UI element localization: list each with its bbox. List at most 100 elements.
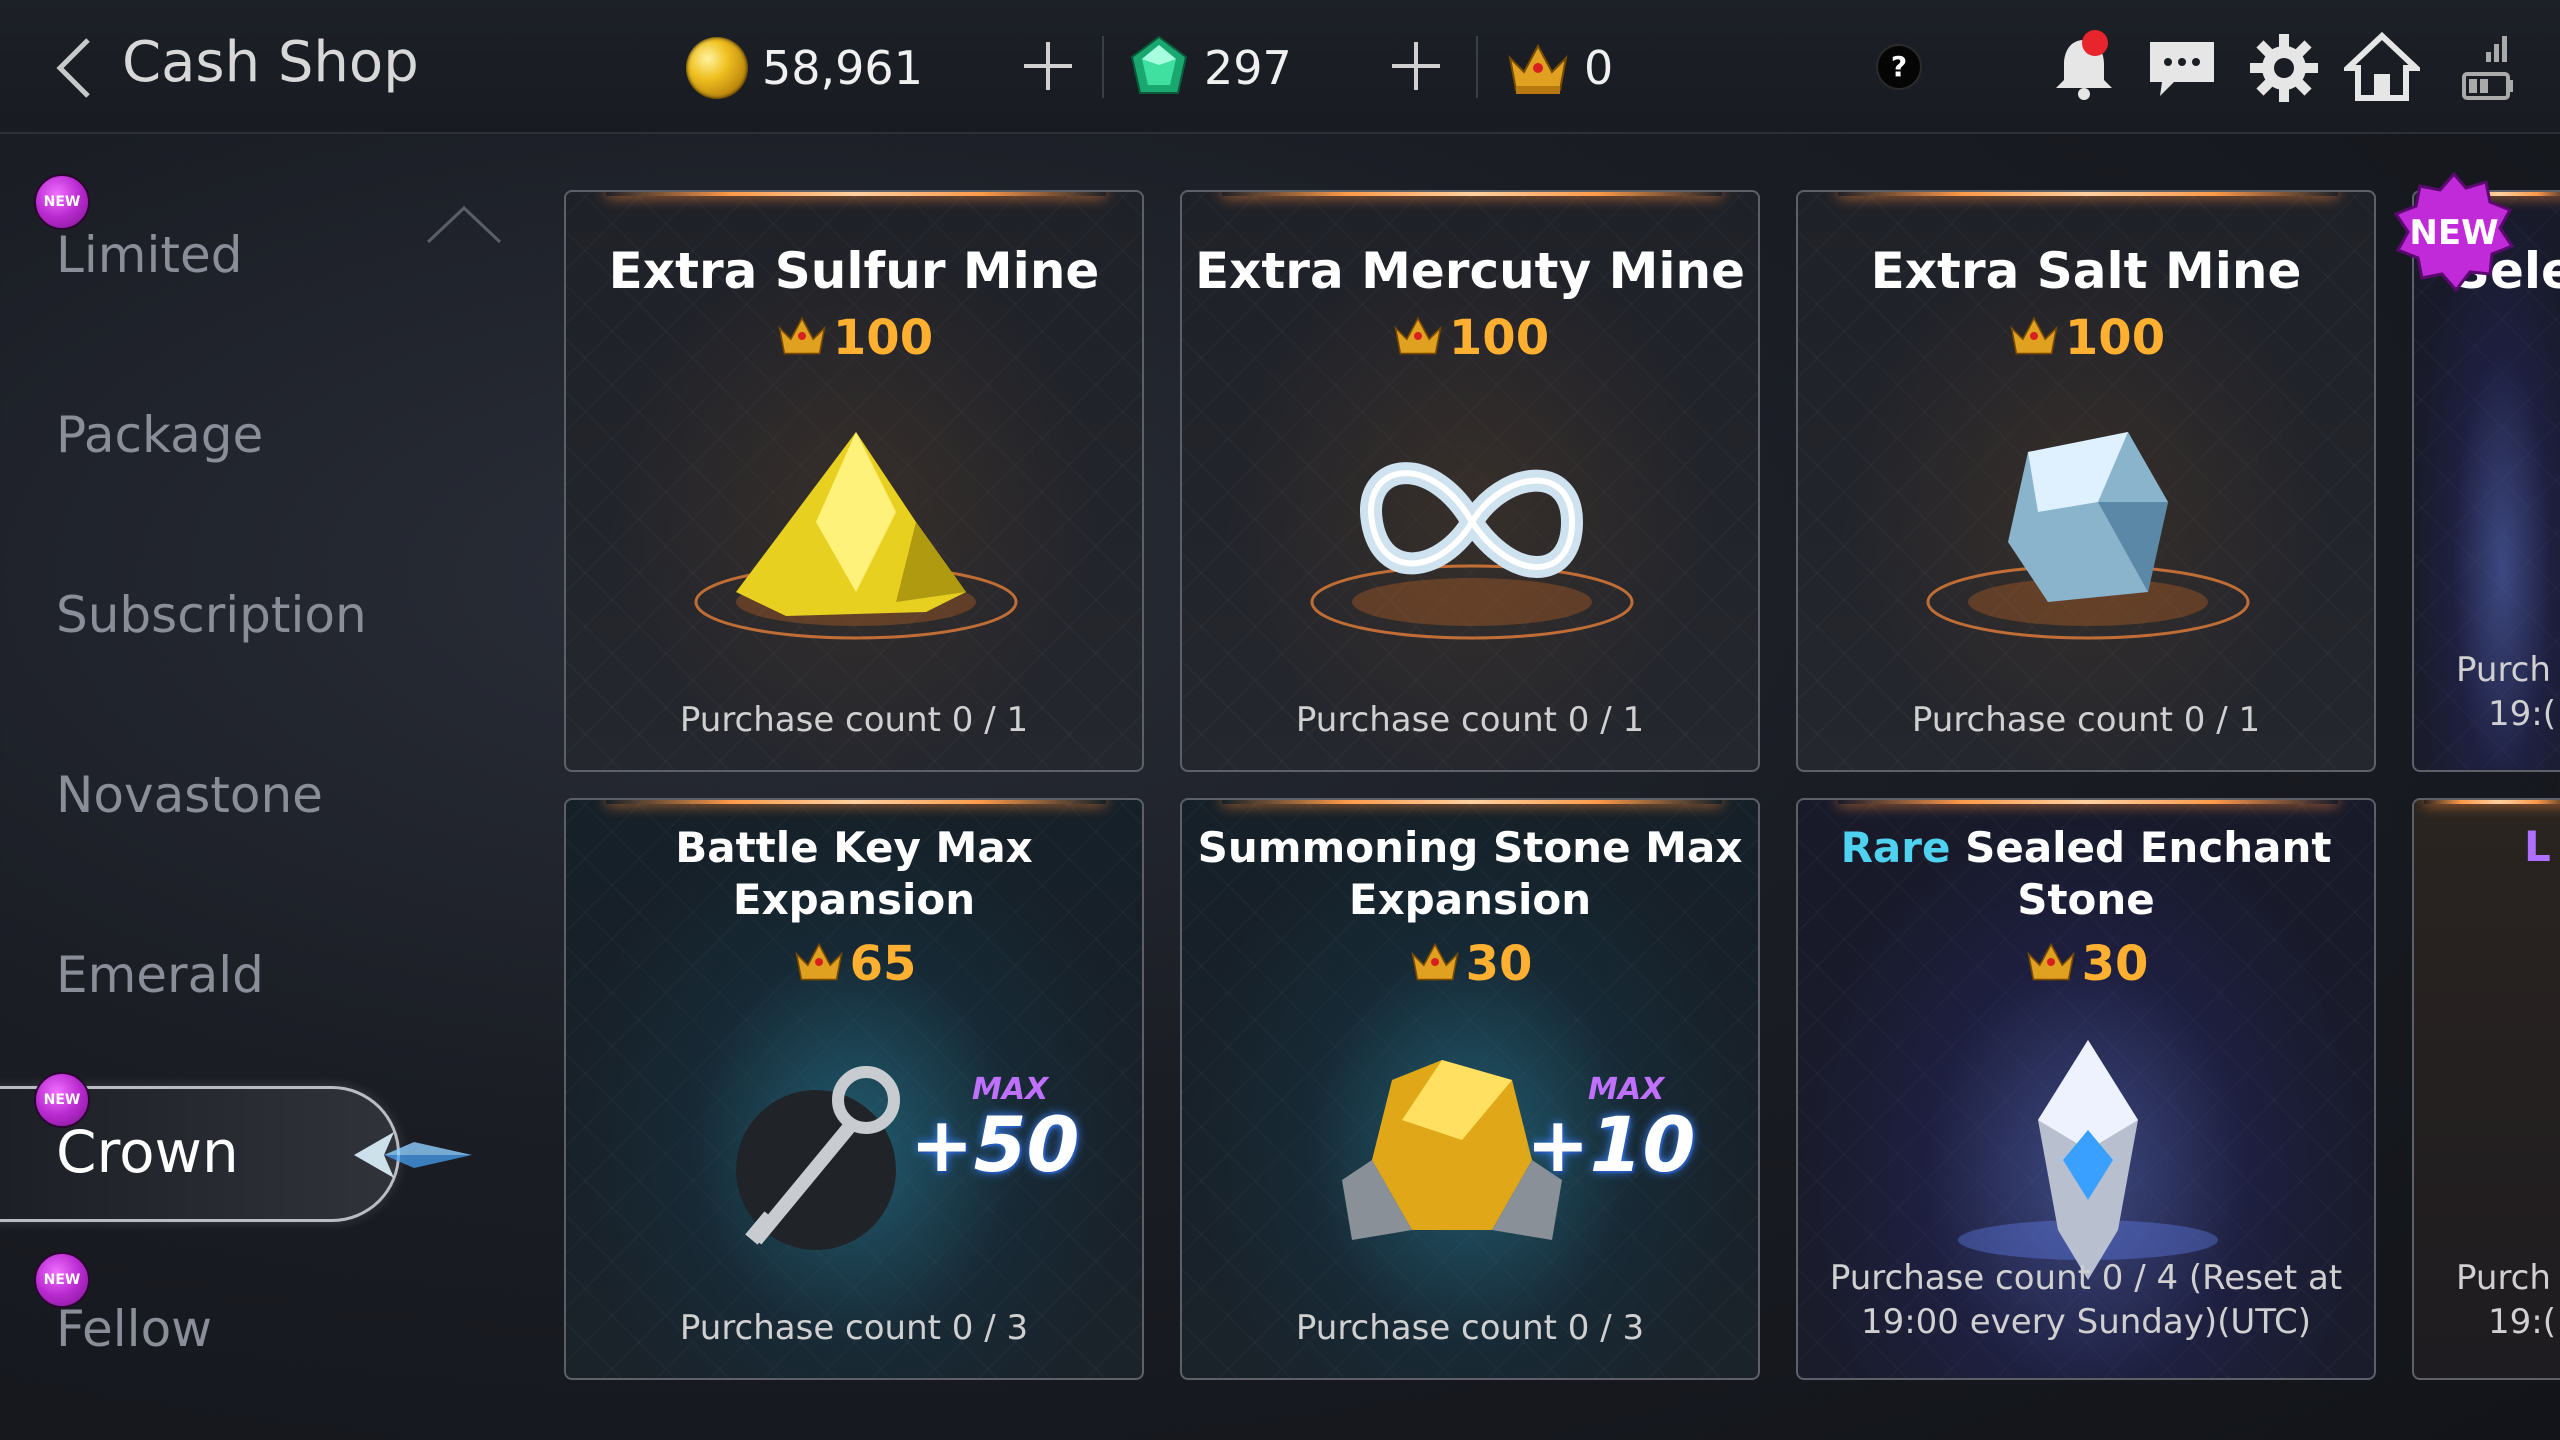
purchase-count: Purchase count 0 / 4 (Reset at 19:00 eve…	[1798, 1256, 2374, 1344]
product-card-salt-mine[interactable]: Extra Salt Mine 100 Purchase count 0 / 1	[1796, 190, 2376, 772]
product-card-rare-sealed-enchant-stone[interactable]: Rare Sealed Enchant Stone 30 Purchase co…	[1796, 798, 2376, 1380]
sidebar-item-label: Subscription	[56, 586, 367, 644]
card-glow	[1222, 192, 1722, 196]
new-badge-corner: NEW	[2394, 172, 2514, 292]
card-title: Extra Sulfur Mine	[608, 242, 1100, 300]
chat-button[interactable]	[2144, 30, 2220, 106]
rarity-label: Rare	[1840, 823, 1951, 872]
card-title-text: Sealed Enchant	[1965, 823, 2332, 872]
sulfur-ore-icon	[694, 432, 1018, 640]
card-glow	[1838, 192, 2338, 196]
crown-icon	[1410, 942, 1459, 981]
sidebar-item-package[interactable]: Package	[0, 366, 420, 506]
bonus-value: +50	[910, 1100, 1080, 1189]
top-bar: Cash Shop 58,961 297 0 ?	[0, 0, 2560, 134]
emerald-gem-icon	[1130, 35, 1188, 94]
gold-coin-icon	[686, 37, 748, 99]
bonus-value: +10	[1526, 1100, 1696, 1189]
product-card-mercury-mine[interactable]: Extra Mercuty Mine 100 Purchase count 0 …	[1180, 190, 1760, 772]
product-card-sulfur-mine[interactable]: Extra Sulfur Mine 100 Purchase count 0 /…	[564, 190, 1144, 772]
salt-crystal-icon	[1926, 432, 2250, 640]
card-title: Extra Mercuty Mine	[1195, 242, 1745, 300]
card-price: 30	[1798, 936, 2374, 992]
card-price: 100	[1182, 310, 1758, 366]
card-title: Battle Key Max Expansion	[566, 822, 1142, 926]
chevron-left-icon	[56, 38, 90, 98]
settings-button[interactable]	[2246, 30, 2322, 106]
divider	[1476, 36, 1478, 98]
card-title-line: Expansion	[732, 875, 976, 924]
home-button[interactable]	[2340, 30, 2424, 106]
product-card-battle-key-expansion[interactable]: Battle Key Max Expansion 65 MAX +50 Purc…	[564, 798, 1144, 1380]
card-glow	[606, 192, 1106, 196]
emerald-amount: 297	[1204, 41, 1292, 95]
scroll-up-button[interactable]	[424, 198, 504, 248]
crown-icon	[1394, 316, 1442, 355]
card-price: 65	[566, 936, 1142, 992]
card-glow	[2424, 800, 2560, 804]
purchase-line: 19:(	[2488, 1302, 2556, 1342]
crown-icon	[2026, 942, 2075, 981]
sidebar-item-fellow[interactable]: NEW Fellow	[0, 1244, 420, 1384]
gear-icon	[2250, 34, 2318, 102]
category-sidebar: NEW Limited Package Subscription Novasto…	[0, 140, 540, 1440]
sidebar-item-label: Limited	[56, 226, 243, 284]
status-indicator	[2446, 30, 2522, 106]
divider	[1102, 36, 1104, 98]
sidebar-item-emerald[interactable]: Emerald	[0, 906, 420, 1046]
sidebar-item-label: Crown	[56, 1118, 239, 1186]
sidebar-item-novastone[interactable]: Novastone	[0, 726, 420, 866]
purchase-count: Purchase count 0 / 3	[1295, 1308, 1645, 1348]
purchase-line: Purch	[2456, 650, 2551, 690]
sidebar-item-label: Emerald	[56, 946, 264, 1004]
crown-icon	[794, 942, 843, 981]
card-title: L	[2524, 822, 2551, 871]
sidebar-item-limited[interactable]: NEW Limited	[0, 140, 420, 284]
card-price: 100	[1798, 310, 2374, 366]
price-value: 100	[2064, 310, 2166, 366]
card-title-line: Stone	[2017, 875, 2155, 924]
gold-amount: 58,961	[762, 41, 923, 95]
card-price: 100	[566, 310, 1142, 366]
emerald-currency: 297	[1128, 30, 1292, 106]
sidebar-item-label: Novastone	[56, 766, 323, 824]
new-badge-text: NEW	[2409, 213, 2498, 253]
purchase-count: Purchase count 0 / 3	[679, 1308, 1029, 1348]
card-glow	[1222, 800, 1722, 804]
add-gold-button[interactable]	[1020, 38, 1076, 94]
purchase-line: 19:(	[2488, 694, 2556, 734]
card-title-line: Battle Key Max	[675, 823, 1033, 872]
new-badge: NEW	[34, 174, 90, 230]
crown-amount: 0	[1584, 41, 1614, 95]
home-icon	[2340, 31, 2424, 101]
card-title-line: Expansion	[1348, 875, 1592, 924]
back-button[interactable]	[52, 36, 96, 100]
add-emerald-button[interactable]	[1388, 38, 1444, 94]
purchase-count: Purchase count 0 / 1	[1295, 700, 1645, 740]
crown-currency: 0	[1506, 30, 1613, 106]
crown-icon	[1508, 43, 1568, 94]
sidebar-item-label: Package	[56, 406, 264, 464]
card-glow	[1838, 800, 2338, 804]
gold-currency: 58,961	[686, 30, 923, 106]
price-value: 100	[1448, 310, 1550, 366]
price-value: 100	[832, 310, 934, 366]
card-title-line: Rare Sealed Enchant	[1798, 822, 2374, 874]
price-value: 65	[849, 936, 917, 992]
sidebar-item-label: Fellow	[56, 1300, 213, 1358]
price-value: 30	[2081, 936, 2149, 992]
card-title: Rare Sealed Enchant Stone	[1798, 822, 2374, 926]
product-card-partial[interactable]: L Purch 19:(	[2412, 798, 2560, 1380]
product-card-summoning-stone-expansion[interactable]: Summoning Stone Max Expansion 30 MAX +10…	[1180, 798, 1760, 1380]
card-title: Summoning Stone Max Expansion	[1182, 822, 1758, 926]
purchase-count: Purch 19:(	[2456, 1256, 2560, 1344]
crown-icon	[778, 316, 826, 355]
help-button[interactable]: ?	[1876, 44, 1922, 90]
purchase-line: 19:00 every Sunday)(UTC)	[1860, 1302, 2312, 1342]
signal-battery-icon	[2462, 36, 2513, 100]
purchase-count: Purchase count 0 / 1	[1911, 700, 2261, 740]
mercury-liquid-icon	[1310, 462, 1634, 640]
sidebar-item-subscription[interactable]: Subscription	[0, 546, 420, 686]
price-value: 30	[1465, 936, 1533, 992]
purchase-count: Purch 19:(	[2456, 648, 2560, 736]
